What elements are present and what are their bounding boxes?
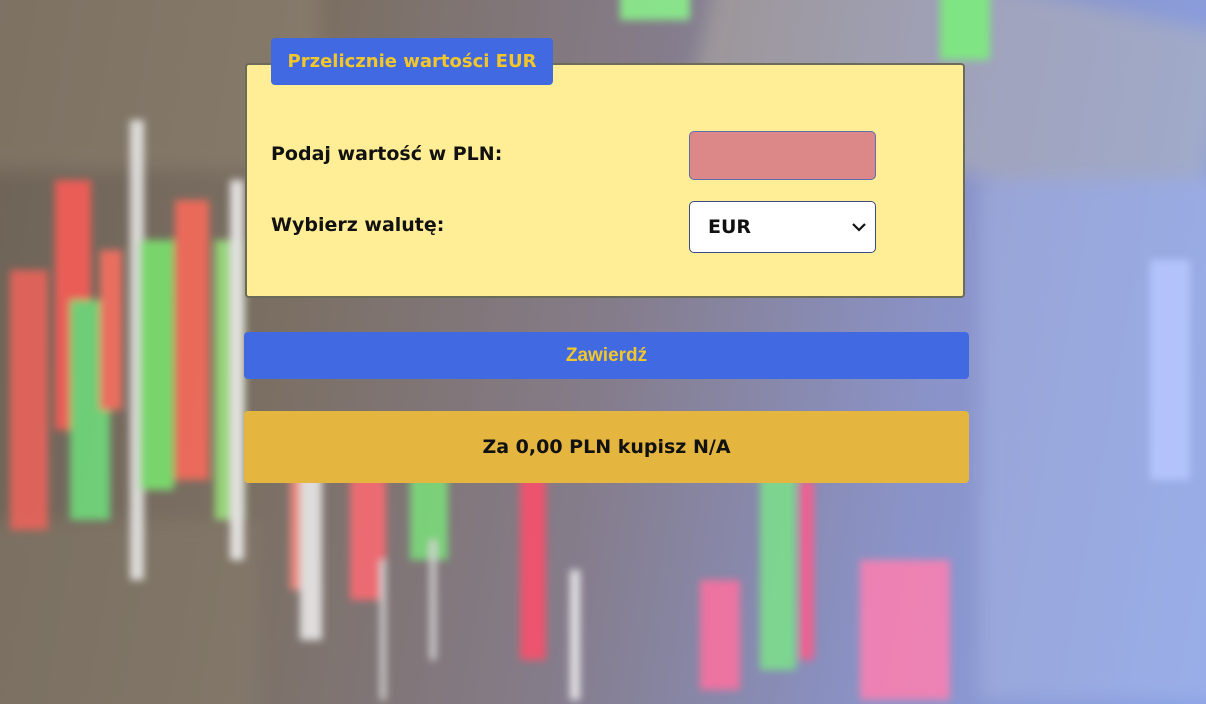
currency-label: Wybierz walutę: bbox=[271, 214, 445, 236]
currency-select[interactable]: EUR bbox=[689, 201, 876, 253]
amount-label: Podaj wartość w PLN: bbox=[271, 143, 503, 165]
result-panel: Za 0,00 PLN kupisz N/A bbox=[244, 411, 969, 483]
form-legend: Przelicznie wartości EUR bbox=[271, 38, 553, 85]
converter-form bbox=[245, 63, 965, 298]
amount-input[interactable] bbox=[689, 131, 876, 180]
currency-selected-value: EUR bbox=[708, 216, 752, 238]
chevron-down-icon bbox=[851, 219, 867, 235]
result-text: Za 0,00 PLN kupisz N/A bbox=[482, 436, 731, 458]
submit-button[interactable]: Zawierdź bbox=[244, 332, 969, 379]
